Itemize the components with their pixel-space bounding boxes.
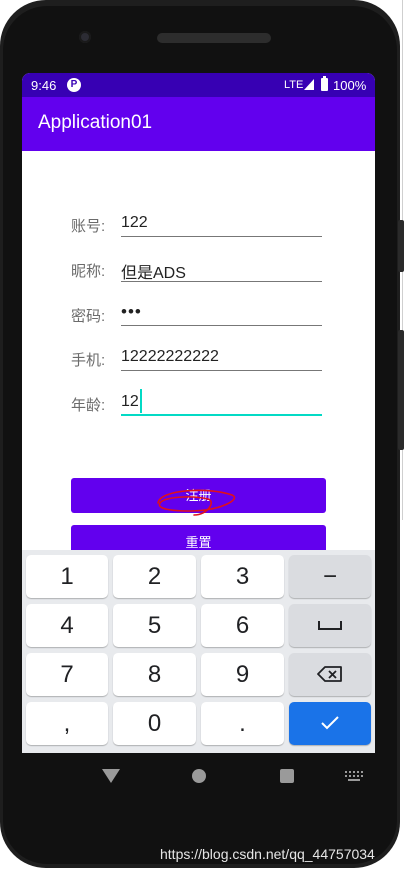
key-2[interactable]: 2 (113, 555, 196, 598)
key-1[interactable]: 1 (26, 555, 108, 598)
key-6[interactable]: 6 (201, 604, 284, 647)
password-input[interactable]: ••• (121, 302, 142, 322)
phone-input[interactable]: 12222222222 (121, 348, 219, 366)
backspace-icon (317, 666, 342, 682)
account-label: 账号: (71, 218, 106, 235)
age-input[interactable]: 12 (121, 393, 139, 411)
key-5[interactable]: 5 (113, 604, 196, 647)
key-backspace[interactable] (289, 653, 371, 696)
front-camera (79, 31, 91, 43)
password-input-underline (121, 325, 322, 326)
phone-label: 手机: (71, 352, 106, 369)
keyboard-switch-icon[interactable] (345, 771, 363, 781)
earpiece-speaker (157, 33, 271, 43)
nickname-input-underline (121, 281, 322, 282)
app-title: Application01 (38, 112, 153, 133)
battery-percent: 100% (333, 78, 367, 93)
key-7[interactable]: 7 (26, 653, 108, 696)
red-annotation-scribble (157, 489, 235, 516)
key-0[interactable]: 0 (113, 702, 196, 745)
status-bar: 9:46 P LTE 100% (22, 73, 375, 97)
recents-icon[interactable] (280, 769, 294, 783)
key-period[interactable]: . (201, 702, 284, 745)
app-bar: Application01 (22, 97, 375, 151)
numeric-keyboard: 1 2 3 − 4 5 6 7 8 9 , 0 . (22, 550, 375, 753)
key-8[interactable]: 8 (113, 653, 196, 696)
account-input-underline (121, 236, 322, 237)
battery-icon (321, 78, 328, 91)
password-label: 密码: (71, 308, 106, 325)
nickname-label: 昵称: (71, 263, 106, 280)
key-done[interactable] (289, 702, 371, 745)
notification-icon: P (67, 78, 81, 92)
status-time: 9:46 (31, 78, 57, 93)
age-label: 年龄: (71, 397, 106, 414)
key-9[interactable]: 9 (201, 653, 284, 696)
phone-input-underline (121, 370, 322, 371)
navigation-bar (22, 753, 375, 801)
text-cursor (140, 389, 142, 413)
key-4[interactable]: 4 (26, 604, 108, 647)
space-icon (318, 621, 342, 630)
home-icon[interactable] (192, 769, 206, 783)
checkmark-icon (321, 716, 339, 730)
key-3[interactable]: 3 (201, 555, 284, 598)
nickname-input[interactable]: 但是ADS (121, 259, 186, 283)
back-icon[interactable] (102, 769, 120, 783)
network-type: LTE (284, 79, 304, 91)
volume-button (398, 220, 404, 272)
key-space[interactable] (289, 604, 371, 647)
key-minus[interactable]: − (289, 555, 371, 598)
account-input[interactable]: 122 (121, 214, 148, 232)
power-button (398, 330, 404, 450)
register-form: 账号: 122 昵称: 但是ADS 密码: ••• 手机: 1222222222… (22, 151, 375, 560)
age-input-underline (121, 414, 322, 416)
watermark: https://blog.csdn.net/qq_44757034 (160, 846, 375, 862)
phone-frame: 9:46 P LTE 100% Application01 账号: 122 昵称… (0, 0, 400, 868)
key-comma[interactable]: , (26, 702, 108, 745)
signal-icon (304, 79, 314, 90)
phone-screen: 9:46 P LTE 100% Application01 账号: 122 昵称… (22, 73, 375, 753)
